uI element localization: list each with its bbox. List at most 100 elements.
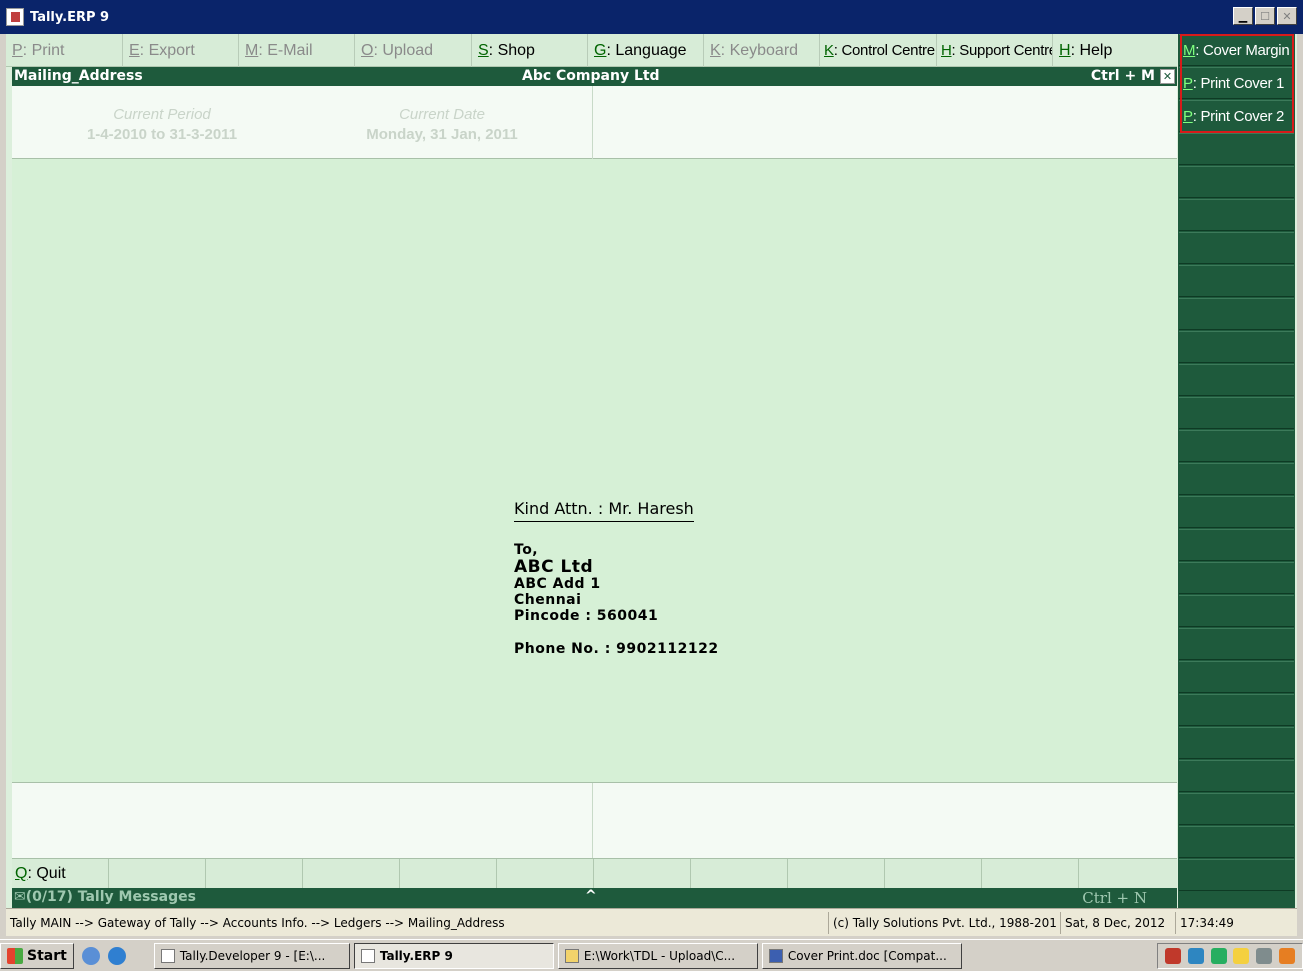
bottom-slot[interactable] — [109, 859, 206, 889]
bottom-slot[interactable] — [497, 859, 594, 889]
right-slot[interactable] — [1179, 133, 1294, 165]
right-slot[interactable] — [1179, 364, 1294, 396]
cover-margin-button[interactable]: M: Cover Margin — [1179, 34, 1294, 66]
quit-button[interactable]: Q: Quit — [12, 859, 109, 889]
right-slot[interactable] — [1179, 595, 1294, 627]
window-title: Tally.ERP 9 — [30, 9, 110, 25]
tray-network-icon[interactable] — [1187, 947, 1204, 964]
right-slot[interactable] — [1179, 760, 1294, 792]
language-button[interactable]: G: Language — [588, 34, 704, 67]
footer-panel — [12, 783, 1177, 858]
tray-security-icon[interactable] — [1165, 947, 1182, 964]
right-button-panel: M: Cover Margin P: Print Cover 1 P: Prin… — [1178, 34, 1295, 908]
report-body: Kind Attn. : Mr. Haresh To, ABC Ltd ABC … — [12, 159, 1177, 783]
address-phone: Phone No. : 9902112122 — [514, 641, 719, 657]
internet-explorer-icon[interactable] — [107, 946, 126, 965]
print-cover-2-button[interactable]: P: Print Cover 2 — [1179, 100, 1294, 132]
title-bar[interactable]: Tally.ERP 9 ▁ ☐ ✕ — [0, 0, 1303, 34]
start-button[interactable]: Start — [0, 942, 74, 969]
right-slot[interactable] — [1179, 727, 1294, 759]
period-panel: Current Period 1-4-2010 to 31-3-2011 Cur… — [12, 86, 1177, 159]
bottom-slot[interactable] — [400, 859, 497, 889]
address-city: Chennai — [514, 592, 582, 608]
bottom-slot[interactable] — [982, 859, 1079, 889]
desktop-icon[interactable] — [81, 946, 100, 965]
messages-toggle-icon[interactable]: ^ — [585, 888, 597, 904]
right-slot[interactable] — [1179, 265, 1294, 297]
bottom-slot[interactable] — [691, 859, 788, 889]
kind-attn: Kind Attn. : Mr. Haresh — [514, 499, 694, 522]
current-date-label: Current Date — [399, 106, 485, 123]
status-bar: Tally MAIN --> Gateway of Tally --> Acco… — [6, 908, 1297, 936]
task-explorer[interactable]: E:\Work\TDL - Upload\C... — [557, 942, 758, 969]
right-slot[interactable] — [1179, 661, 1294, 693]
right-slot[interactable] — [1179, 562, 1294, 594]
shop-button[interactable]: S: Shop — [472, 34, 588, 67]
minimize-button[interactable]: ▁ — [1233, 7, 1253, 25]
export-button[interactable]: E: Export — [123, 34, 239, 67]
system-tray — [1157, 942, 1303, 969]
address-pincode: Pincode : 560041 — [514, 608, 659, 624]
bottom-slot[interactable] — [206, 859, 303, 889]
close-button[interactable]: ✕ — [1277, 7, 1297, 25]
mailing-address: Kind Attn. : Mr. Haresh To, ABC Ltd ABC … — [514, 499, 719, 657]
task-tally-erp[interactable]: Tally.ERP 9 — [353, 942, 554, 969]
mail-icon: ✉ — [14, 889, 26, 905]
right-slot[interactable] — [1179, 694, 1294, 726]
right-slot[interactable] — [1179, 166, 1294, 198]
bottom-slot[interactable] — [594, 859, 691, 889]
right-slot[interactable] — [1179, 826, 1294, 858]
taskbar: Start Tally.Developer 9 - [E:\... Tally.… — [0, 939, 1303, 971]
bottom-slot[interactable] — [788, 859, 885, 889]
task-word-doc[interactable]: Cover Print.doc [Compat... — [761, 942, 962, 969]
support-centre-button[interactable]: H: Support Centre — [937, 34, 1053, 67]
right-slot[interactable] — [1179, 529, 1294, 561]
status-copyright: (c) Tally Solutions Pvt. Ltd., 1988-201 — [829, 911, 1061, 934]
print-button[interactable]: P: Print — [6, 34, 123, 67]
right-slot[interactable] — [1179, 628, 1294, 660]
tray-display-icon[interactable] — [1255, 947, 1272, 964]
word-icon — [768, 948, 783, 963]
bottom-slot[interactable] — [885, 859, 982, 889]
right-slot[interactable] — [1179, 331, 1294, 363]
tray-volume-icon[interactable] — [1278, 947, 1295, 964]
control-centre-button[interactable]: K: Control Centre — [820, 34, 937, 67]
right-slot[interactable] — [1179, 199, 1294, 231]
current-date: Current Date Monday, 31 Jan, 2011 — [292, 86, 592, 159]
right-slot[interactable] — [1179, 463, 1294, 495]
email-button[interactable]: M: E-Mail — [239, 34, 355, 67]
bottom-slot[interactable] — [1079, 859, 1176, 889]
address-to: To, — [514, 542, 539, 558]
company-name: Abc Company Ltd — [522, 68, 660, 84]
right-slot[interactable] — [1179, 298, 1294, 330]
folder-icon — [564, 948, 579, 963]
right-slot[interactable] — [1179, 793, 1294, 825]
upload-button[interactable]: O: Upload — [355, 34, 472, 67]
help-button[interactable]: H: Help — [1053, 34, 1177, 67]
right-slot[interactable] — [1179, 496, 1294, 528]
tally-app-icon — [6, 8, 24, 26]
top-button-bar: P: Print E: Export M: E-Mail O: Upload S… — [6, 34, 1177, 67]
maximize-button[interactable]: ☐ — [1255, 7, 1275, 25]
status-date: Sat, 8 Dec, 2012 — [1061, 911, 1176, 934]
keyboard-button[interactable]: K: Keyboard — [704, 34, 820, 67]
tray-app-icon[interactable] — [1210, 947, 1227, 964]
tray-update-icon[interactable] — [1233, 947, 1250, 964]
right-slot[interactable] — [1179, 859, 1294, 891]
status-breadcrumb: Tally MAIN --> Gateway of Tally --> Acco… — [6, 911, 829, 934]
bottom-slot[interactable] — [303, 859, 400, 889]
current-period-label: Current Period — [113, 106, 211, 123]
report-close-icon[interactable]: ✕ — [1160, 69, 1175, 84]
print-cover-1-button[interactable]: P: Print Cover 1 — [1179, 67, 1294, 99]
current-period: Current Period 1-4-2010 to 31-3-2011 — [12, 86, 312, 159]
right-slot[interactable] — [1179, 397, 1294, 429]
current-period-value: 1-4-2010 to 31-3-2011 — [86, 126, 238, 143]
status-time: 17:34:49 — [1180, 915, 1234, 930]
task-tally-developer[interactable]: Tally.Developer 9 - [E:\... — [153, 942, 350, 969]
right-slot[interactable] — [1179, 430, 1294, 462]
window-controls: ▁ ☐ ✕ — [1233, 7, 1297, 25]
tally-messages-bar[interactable]: ✉(0/17) Tally Messages ^ Ctrl + N — [12, 888, 1177, 908]
right-slot[interactable] — [1179, 232, 1294, 264]
report-header: Mailing_Address Abc Company Ltd Ctrl + M… — [12, 67, 1177, 86]
address-line1: ABC Add 1 — [514, 576, 601, 592]
